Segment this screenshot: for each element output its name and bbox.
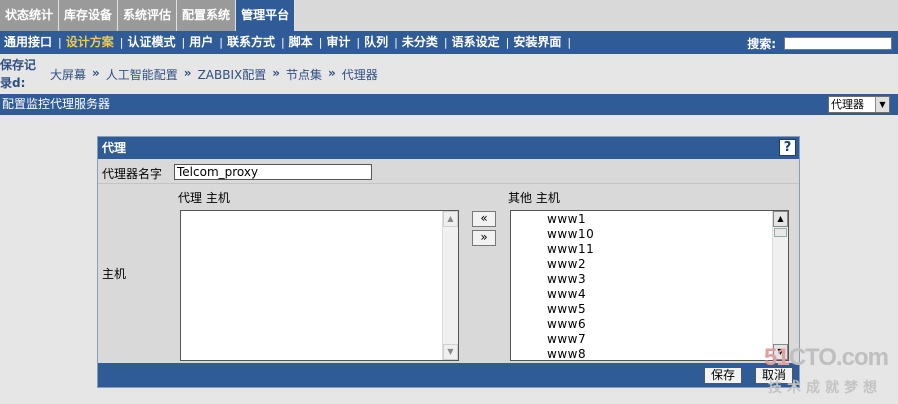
- other-hosts-scrollbar[interactable]: ▲ ▼: [772, 211, 788, 360]
- top-tab-inventory[interactable]: 库存设备: [59, 0, 119, 31]
- list-item[interactable]: www5: [547, 302, 594, 317]
- proxy-name-label: 代理器名字: [102, 167, 163, 181]
- proxy-hosts-list[interactable]: ▲ ▼: [180, 210, 459, 361]
- top-tab-configuration[interactable]: 配置系统: [177, 0, 237, 31]
- sub-nav-users[interactable]: 用户: [185, 31, 219, 54]
- breadcrumb-proxies[interactable]: 代理器: [342, 66, 378, 83]
- search-label: 搜索:: [747, 37, 776, 51]
- page-title: 配置监控代理服务器: [2, 97, 111, 111]
- save-button[interactable]: 保存: [704, 367, 743, 384]
- config-section-select-value: 代理器: [831, 98, 864, 111]
- move-to-other-button[interactable]: »: [472, 230, 496, 246]
- other-hosts-items: www1 www10 www11 www2 www3 www4 www5 www…: [547, 212, 594, 360]
- list-item[interactable]: www10: [547, 227, 594, 242]
- list-item[interactable]: www6: [547, 317, 594, 332]
- search-input[interactable]: [784, 37, 892, 50]
- sub-nav-audit[interactable]: 审计: [322, 31, 356, 54]
- sub-nav-media-types[interactable]: 联系方式: [223, 31, 281, 54]
- proxy-form: 代理 ? 代理器名字 主机 代理 主机 其他 主机 ▲ ▼ « » www1 w…: [97, 136, 800, 388]
- top-tab-administration[interactable]: 管理平台: [236, 0, 296, 31]
- list-item[interactable]: www8: [547, 347, 594, 360]
- breadcrumb-dashboard[interactable]: 大屏幕: [50, 66, 86, 83]
- search-area: 搜索:: [747, 35, 892, 52]
- other-hosts-label: 其他 主机: [508, 191, 560, 205]
- breadcrumb-nodes[interactable]: 节点集: [286, 66, 322, 83]
- scroll-up-icon[interactable]: ▲: [773, 211, 788, 227]
- list-item[interactable]: www11: [547, 242, 594, 257]
- list-item[interactable]: www4: [547, 287, 594, 302]
- breadcrumb-separator: »: [328, 66, 336, 80]
- history-row: 保存记录d: 大屏幕 » 人工智能配置 » ZABBIX配置 » 节点集 » 代…: [0, 54, 898, 94]
- sub-nav: 通用接口 | 设计方案 | 认证模式 | 用户 | 联系方式 | 脚本 | 审计…: [0, 31, 898, 54]
- top-tab-status[interactable]: 状态统计: [0, 0, 60, 31]
- config-section-select[interactable]: 代理器 ▼: [828, 96, 890, 113]
- move-to-proxy-button[interactable]: «: [472, 211, 496, 227]
- hosts-row: 主机 代理 主机 其他 主机 ▲ ▼ « » www1 www10 www11 …: [98, 185, 799, 363]
- help-icon[interactable]: ?: [779, 139, 796, 156]
- scroll-down-icon[interactable]: ▼: [773, 344, 788, 360]
- scroll-up-icon[interactable]: ▲: [443, 211, 458, 227]
- top-tabs: 状态统计 库存设备 系统评估 配置系统 管理平台: [0, 0, 898, 31]
- top-tab-assessment[interactable]: 系统评估: [118, 0, 178, 31]
- list-item[interactable]: www2: [547, 257, 594, 272]
- scroll-thumb[interactable]: [774, 228, 787, 237]
- sub-nav-separator: |: [567, 36, 572, 49]
- sub-nav-locales[interactable]: 语系设定: [448, 31, 506, 54]
- breadcrumb: 大屏幕 » 人工智能配置 » ZABBIX配置 » 节点集 » 代理器: [50, 66, 378, 83]
- breadcrumb-separator: »: [183, 66, 192, 80]
- sub-nav-scripts[interactable]: 脚本: [285, 31, 319, 54]
- breadcrumb-separator: »: [92, 66, 100, 80]
- breadcrumb-zabbix-config[interactable]: ZABBIX配置: [198, 66, 267, 83]
- breadcrumb-separator: »: [272, 66, 280, 80]
- list-item[interactable]: www1: [547, 212, 594, 227]
- proxy-hosts-label: 代理 主机: [178, 191, 230, 205]
- sub-nav-authentication[interactable]: 认证模式: [123, 31, 181, 54]
- watermark-logo-text: CTO.com: [788, 344, 889, 371]
- list-item[interactable]: www7: [547, 332, 594, 347]
- form-title-bar: 代理 ?: [98, 137, 799, 159]
- list-item[interactable]: www3: [547, 272, 594, 287]
- sub-nav-installation[interactable]: 安装界面: [509, 31, 567, 54]
- proxy-hosts-scrollbar[interactable]: ▲ ▼: [442, 211, 458, 360]
- cancel-button[interactable]: 取消: [755, 367, 794, 384]
- form-title: 代理: [102, 141, 127, 155]
- other-hosts-list[interactable]: www1 www10 www11 www2 www3 www4 www5 www…: [510, 210, 789, 361]
- hosts-label: 主机: [102, 267, 127, 281]
- scroll-down-icon[interactable]: ▼: [443, 344, 458, 360]
- proxy-name-input[interactable]: [174, 164, 372, 180]
- page-header: 配置监控代理服务器 代理器 ▼: [0, 94, 898, 115]
- sub-nav-uncategorized[interactable]: 未分类: [398, 31, 444, 54]
- chevron-down-icon[interactable]: ▼: [875, 97, 889, 112]
- history-label: 保存记录d:: [0, 58, 37, 90]
- form-footer: 保存 取消: [98, 363, 799, 387]
- sub-nav-queue[interactable]: 队列: [360, 31, 394, 54]
- sub-nav-scheme[interactable]: 设计方案: [62, 31, 120, 54]
- sub-nav-general[interactable]: 通用接口: [0, 31, 58, 54]
- breadcrumb-ai-config[interactable]: 人工智能配置: [106, 66, 178, 83]
- proxy-name-row: 代理器名字: [98, 160, 799, 184]
